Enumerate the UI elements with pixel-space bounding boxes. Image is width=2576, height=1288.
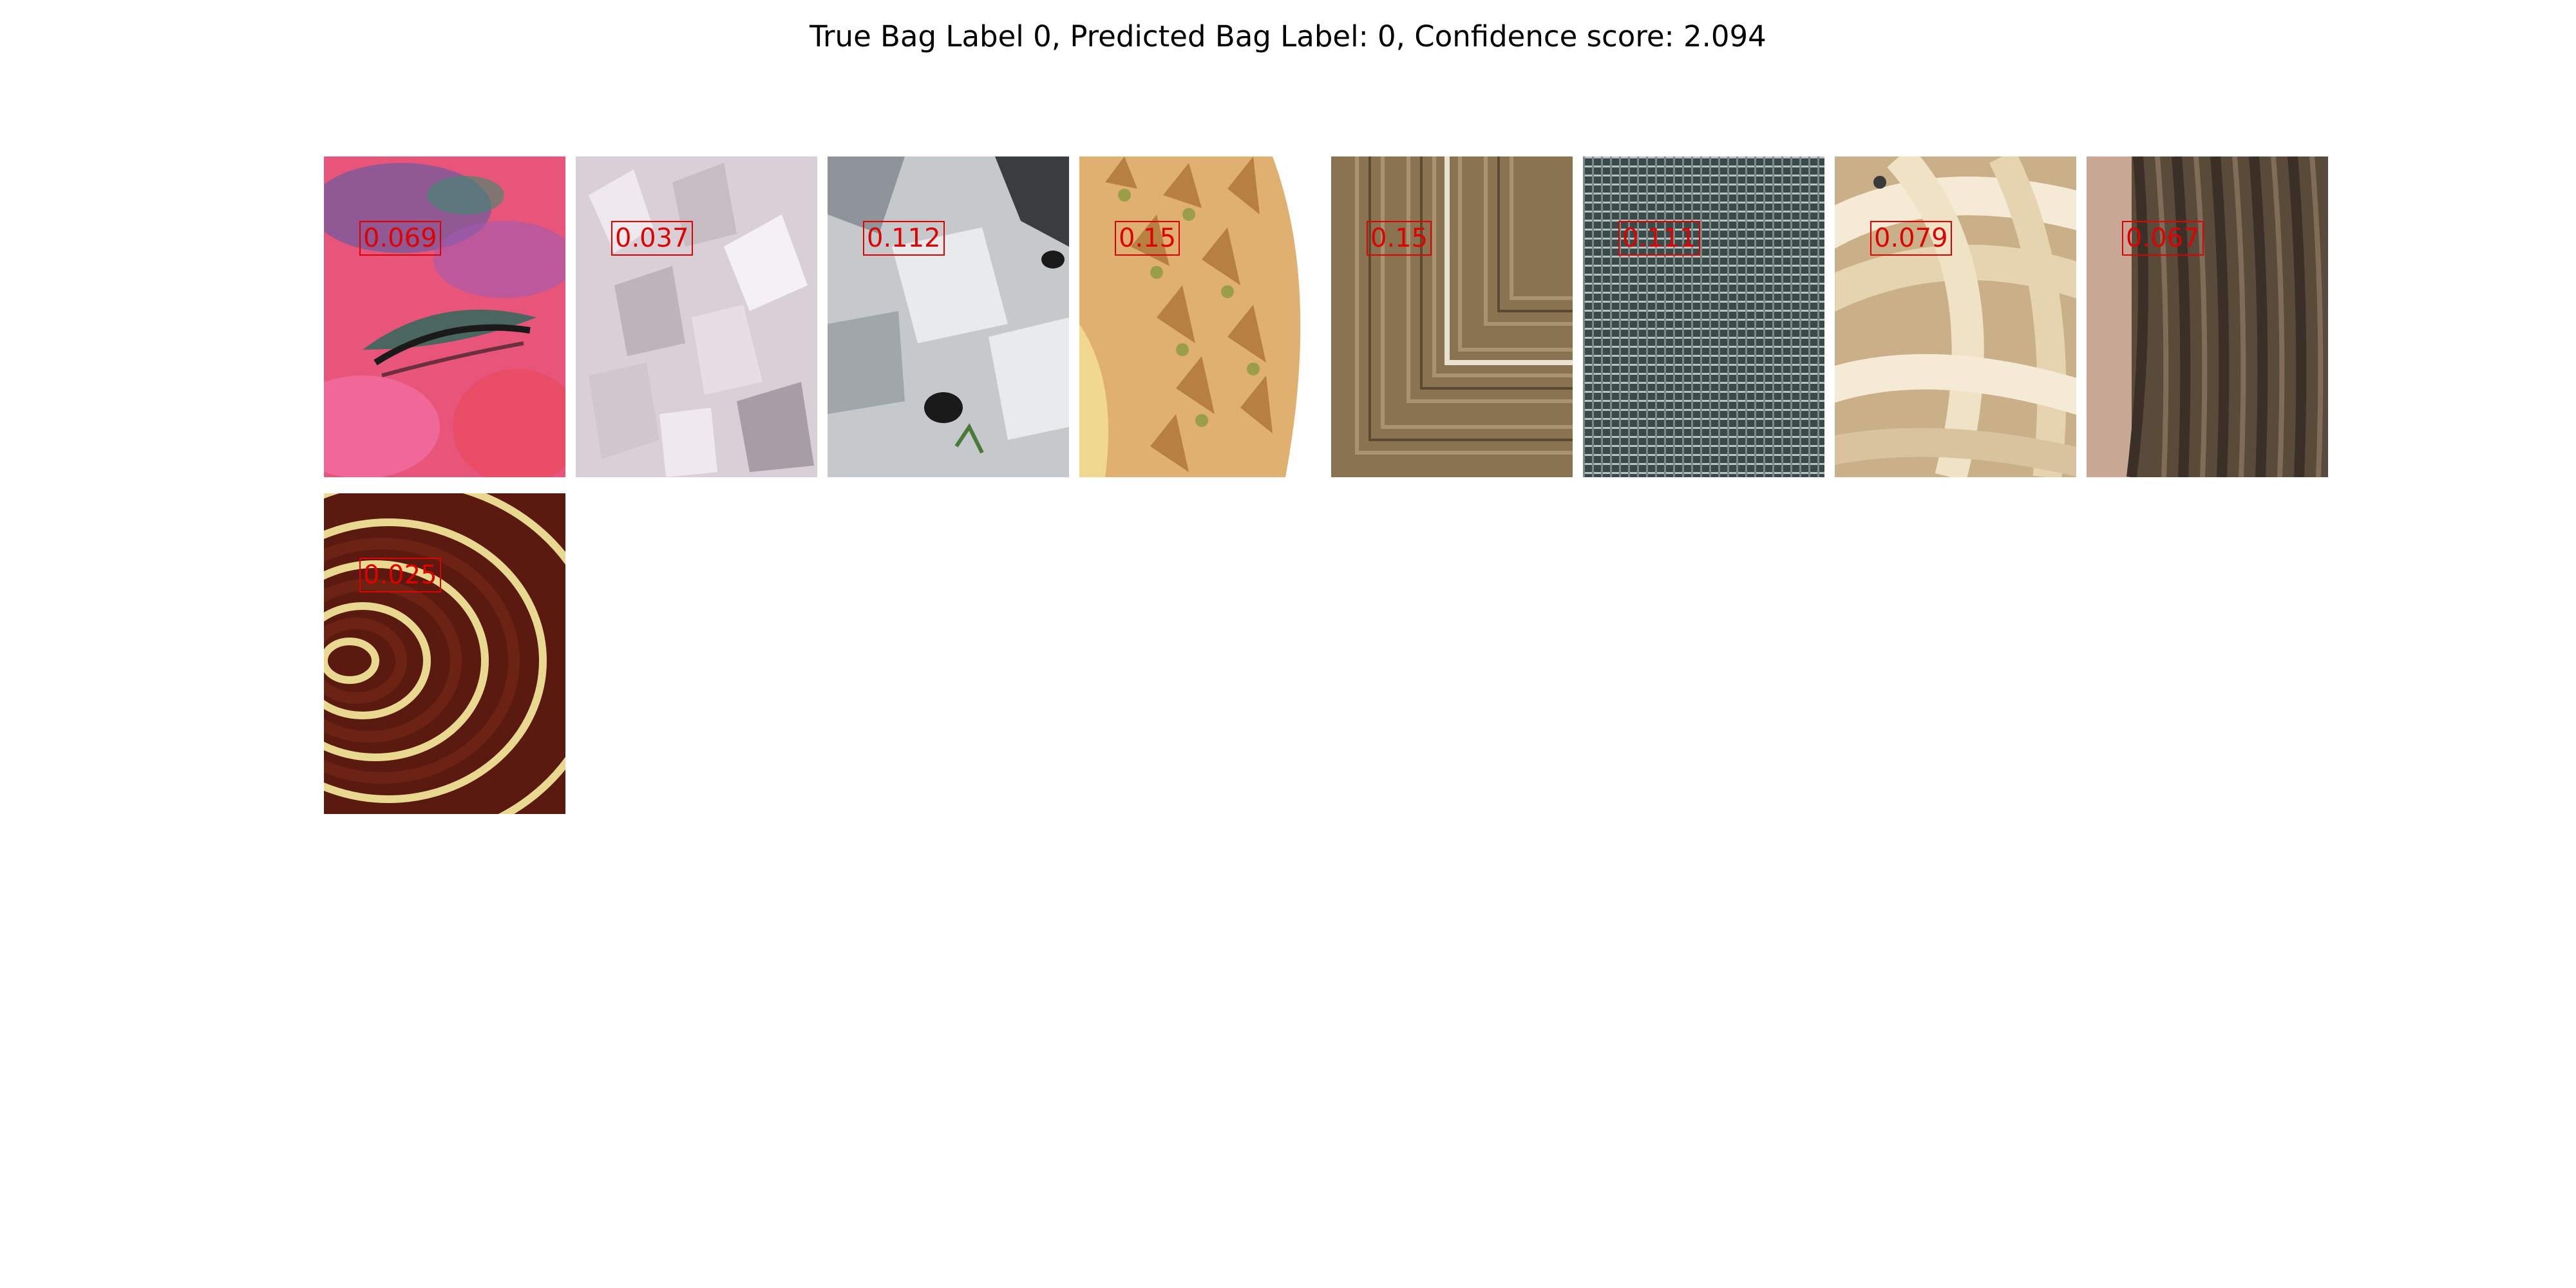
- attention-score-label: 0.079: [1870, 221, 1952, 256]
- attention-score-label: 0.111: [1618, 221, 1700, 256]
- instance-tile-5: 0.15: [1331, 156, 1573, 477]
- durian-spikes-image: [1079, 156, 1321, 477]
- instance-tile-8: 0.067: [2087, 156, 2328, 477]
- white-crystals-image: [576, 156, 817, 477]
- figure-title: True Bag Label 0, Predicted Bag Label: 0…: [810, 19, 1766, 53]
- instance-tile-1: 0.069: [324, 156, 565, 477]
- attention-score-label: 0.037: [611, 221, 693, 256]
- instance-tile-7: 0.079: [1835, 156, 2076, 477]
- instance-tile-2: 0.037: [576, 156, 817, 477]
- attention-score-label: 0.112: [863, 221, 945, 256]
- instance-tile-9: 0.025: [324, 493, 565, 814]
- instance-tile-6: 0.111: [1583, 156, 1824, 477]
- attention-score-label: 0.15: [1367, 221, 1432, 256]
- attention-score-label: 0.067: [2122, 221, 2204, 256]
- grey-rock-image: [828, 156, 1069, 477]
- dreadlocks-hair-image: [2087, 156, 2328, 477]
- woven-mat-corner-image: [1331, 156, 1573, 477]
- instance-tile-3: 0.112: [828, 156, 1069, 477]
- instance-tile-4: 0.15: [1079, 156, 1321, 477]
- colored-powder-eye-image: [324, 156, 565, 477]
- wood-rings-spiral-image: [324, 493, 565, 814]
- braided-wicker-image: [1835, 156, 2076, 477]
- attention-score-label: 0.15: [1115, 221, 1180, 256]
- attention-score-label: 0.025: [359, 558, 441, 592]
- wire-mesh-image: [1583, 156, 1824, 477]
- attention-score-label: 0.069: [359, 221, 441, 256]
